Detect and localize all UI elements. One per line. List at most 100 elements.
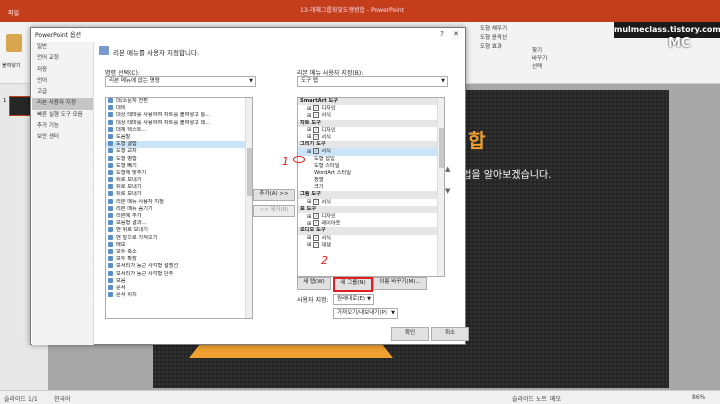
command-item[interactable]: 대/소문자 전환 — [106, 98, 252, 105]
command-item[interactable]: 모두 축소 — [106, 248, 252, 256]
checkbox-icon[interactable]: ✓ — [313, 112, 320, 119]
commands-scrollbar[interactable] — [245, 98, 252, 318]
tree-section[interactable]: 그리기 도구 — [298, 141, 444, 149]
checkbox-icon[interactable]: ✓ — [313, 234, 320, 241]
expand-icon[interactable]: ⊞ — [307, 113, 311, 119]
add-button[interactable]: 추가(A) >> — [253, 189, 295, 201]
tree-item[interactable]: WordArt 스타일 — [298, 170, 444, 177]
paste-icon[interactable] — [6, 34, 22, 52]
checkbox-icon[interactable]: ✓ — [313, 213, 320, 219]
tree-item[interactable]: ⊞ ✓ 서식 — [298, 133, 444, 141]
shape-outline-button[interactable]: 도형 윤곽선 — [480, 33, 570, 42]
command-item[interactable]: 뒤로 보내기 — [106, 177, 252, 184]
language-indicator[interactable]: 한국어 — [54, 394, 71, 403]
checkbox-icon[interactable]: ✓ — [313, 133, 320, 140]
command-item[interactable]: 모서리가 둥근 사각형 단추 — [106, 270, 252, 278]
nav-advanced[interactable]: 고급 — [32, 87, 93, 98]
expand-icon[interactable]: ⊞ — [307, 199, 311, 205]
commands-list[interactable]: 대/소문자 전환 대비 대상 테마를 사용하여 차트를 붙여넣고 통... 대상 테마… — [105, 97, 253, 319]
command-item[interactable]: 뒤로 보내기 — [106, 184, 252, 191]
command-item[interactable]: 맨 뒤로 보내기 — [106, 227, 252, 234]
expand-icon[interactable]: ⊞ — [307, 127, 311, 133]
command-item[interactable]: 맨 앞으로 가져오기 — [106, 234, 252, 242]
command-item[interactable]: 모두 확장 — [106, 256, 252, 263]
ok-button[interactable]: 확인 — [391, 327, 429, 341]
file-tab[interactable]: 파일 — [8, 8, 19, 17]
checkbox-icon[interactable]: ✓ — [313, 198, 320, 205]
tree-item[interactable]: 도형 삽입 — [298, 156, 444, 163]
command-item[interactable]: 모서리가 둥근 사각형 설명선 — [106, 263, 252, 270]
tree-item[interactable]: ⊞ ✓ 재생 — [298, 241, 444, 249]
command-item[interactable]: 도형 병합 — [106, 155, 252, 163]
replace-button[interactable]: 바꾸기 — [532, 54, 572, 62]
commands-scroll-thumb[interactable] — [247, 148, 252, 196]
command-item[interactable]: 메모 — [106, 241, 252, 249]
tree-section[interactable]: 차트 도구 — [298, 119, 444, 127]
command-item[interactable]: 도형 빼기 — [106, 162, 252, 170]
nav-addins[interactable]: 추가 기능 — [32, 121, 93, 132]
tree-item[interactable]: ⊞ ✓ 디자인 — [298, 105, 444, 112]
close-icon[interactable]: ✕ — [449, 28, 463, 40]
tree-section[interactable]: 그림 도구 — [298, 191, 444, 199]
tree-section[interactable]: 오디오 도구 — [298, 227, 444, 235]
command-item[interactable]: 대체 텍스트... — [106, 126, 252, 134]
tree-item[interactable]: ⊞ ✓ 서식 — [298, 148, 444, 156]
customize-ribbon-select[interactable]: 도구 탭 ▼ — [297, 76, 448, 87]
command-item[interactable]: 도형에 맞추기 — [106, 169, 252, 177]
move-up-icon[interactable]: ▲ — [445, 165, 450, 173]
tree-item[interactable]: ⊞ ✓ 디자인 — [298, 213, 444, 220]
expand-icon[interactable]: ⊞ — [307, 221, 311, 227]
select-button[interactable]: 선택 — [532, 62, 572, 70]
tree-scroll-thumb[interactable] — [439, 128, 444, 168]
import-export-button[interactable]: 가져오기/내보내기(P) ▼ — [333, 308, 398, 319]
tree-item[interactable]: 크기 — [298, 184, 444, 191]
command-item[interactable]: 모음 — [106, 277, 252, 285]
tree-item[interactable]: 정렬 — [298, 177, 444, 184]
tree-section[interactable]: SmartArt 도구 — [298, 98, 444, 106]
remove-button[interactable]: << 제거(R) — [253, 205, 295, 217]
command-item[interactable]: 리본 메뉴 사용자 지정 — [106, 198, 252, 206]
command-item[interactable]: 모음형 결과... — [106, 220, 252, 227]
command-item[interactable]: 뒤로 보내기 — [106, 191, 252, 198]
new-tab-button[interactable]: 새 탭(W) — [297, 277, 331, 290]
expand-icon[interactable]: ⊞ — [307, 134, 311, 140]
command-item[interactable]: 대비 — [106, 105, 252, 112]
expand-icon[interactable]: ⊞ — [307, 149, 311, 155]
command-item[interactable]: 도움말 — [106, 133, 252, 141]
nav-general[interactable]: 일반 — [32, 42, 93, 53]
checkbox-icon[interactable]: ✓ — [313, 220, 320, 227]
command-item[interactable]: 문서 — [106, 284, 252, 292]
expand-icon[interactable]: ⊞ — [307, 214, 311, 220]
expand-icon[interactable]: ⊞ — [307, 106, 311, 112]
nav-customize-ribbon[interactable]: 리본 사용자 지정 — [32, 98, 93, 110]
nav-language[interactable]: 언어 — [32, 76, 93, 87]
zoom-level[interactable]: 86% — [692, 394, 705, 401]
tree-item[interactable]: ⊞ ✓ 서식 — [298, 198, 444, 206]
paste-label[interactable]: 붙여넣기 — [2, 62, 20, 69]
tree-scrollbar[interactable] — [437, 98, 444, 276]
find-button[interactable]: 찾기 — [532, 46, 572, 54]
move-down-icon[interactable]: ▼ — [445, 187, 450, 195]
shape-fill-button[interactable]: 도형 채우기 — [480, 24, 570, 33]
expand-icon[interactable]: ⊞ — [307, 242, 311, 248]
checkbox-icon[interactable]: ✓ — [313, 241, 320, 248]
tree-item[interactable]: ⊞ ✓ 서식 — [298, 234, 444, 242]
checkbox-icon[interactable]: ✓ — [313, 148, 320, 155]
reset-button[interactable]: 원래대로(E) ▼ — [333, 294, 374, 305]
command-item[interactable]: 대상 테마를 사용하여 차트를 붙여넣고 데... — [106, 119, 252, 127]
command-item[interactable]: 리본에 추가 — [106, 213, 252, 220]
tree-item[interactable]: 도형 스타일 — [298, 163, 444, 170]
new-group-button[interactable]: 새 그룹(N) — [333, 277, 373, 292]
ribbon-tabs-tree[interactable]: SmartArt 도구 ⊞ ✓ 디자인 ⊞ ✓ 서식 차트 도구 ⊞ ✓ 디자인 ⊞ ✓ 서식 그리기 도구… — [297, 97, 445, 277]
command-item[interactable]: 문서 위치 — [106, 292, 252, 299]
nav-trust-center[interactable]: 보안 센터 — [32, 132, 93, 143]
notes-button[interactable]: 슬라이드 노트 — [512, 394, 547, 403]
checkbox-icon[interactable]: ✓ — [313, 126, 320, 133]
nav-quick-access[interactable]: 빠른 실행 도구 모음 — [32, 110, 93, 121]
rename-button[interactable]: 이름 바꾸기(M)... — [373, 277, 427, 290]
comments-button[interactable]: 메모 — [550, 394, 561, 403]
command-item[interactable]: 리본 메뉴 숨기기 — [106, 205, 252, 213]
help-icon[interactable]: ? — [435, 28, 449, 40]
nav-proofing[interactable]: 언어 교정 — [32, 53, 93, 64]
cancel-button[interactable]: 취소 — [431, 327, 469, 341]
